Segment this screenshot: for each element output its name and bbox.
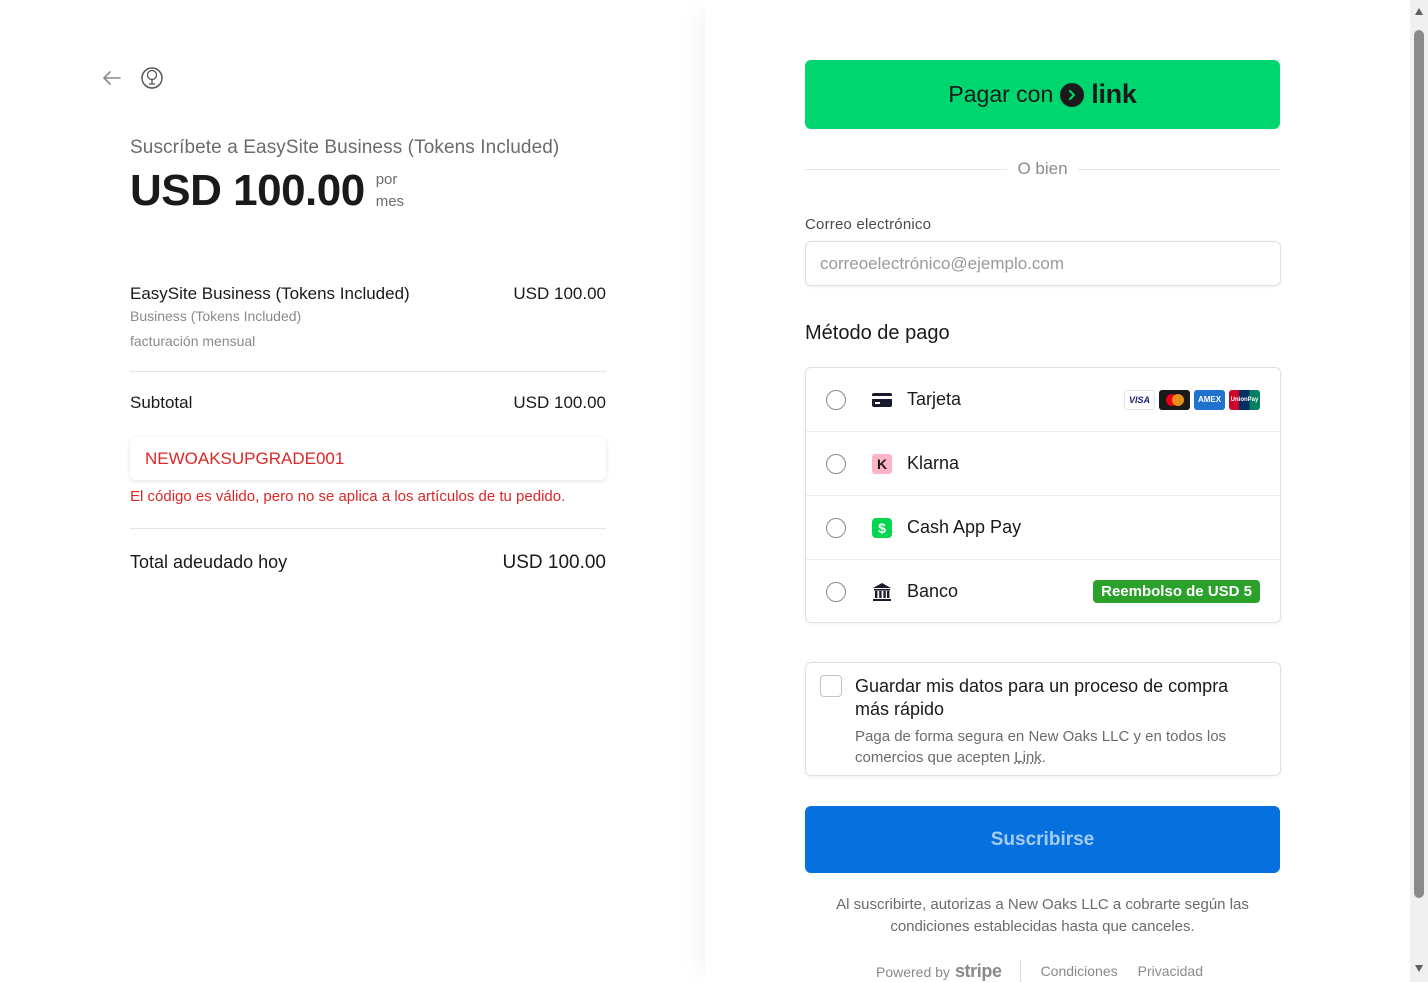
powered-by[interactable]: Powered by stripe [876,961,1002,982]
payment-method-cashapp[interactable]: $ Cash App Pay [806,496,1280,560]
line-item-description: Business (Tokens Included) [130,308,302,324]
header-row [102,66,164,90]
svg-text:$: $ [878,520,886,536]
powered-by-label: Powered by [876,963,950,980]
promo-error-message: El código es válido, pero no se aplica a… [130,488,566,505]
or-text: O bien [1017,159,1068,178]
radio-klarna[interactable] [826,453,846,474]
save-info-checkbox[interactable] [820,675,842,697]
promo-code-field[interactable]: NEWOAKSUPGRADE001 [130,437,606,480]
footer-separator [1019,960,1021,982]
radio-card[interactable] [826,389,846,410]
tree-logo-icon [140,66,164,90]
cash-app-icon: $ [871,517,893,539]
subscription-title: Suscríbete a EasySite Business (Tokens I… [130,137,560,158]
terms-link[interactable]: Condiciones [1041,963,1118,979]
amex-icon: AMEX [1194,389,1225,410]
radio-cashapp[interactable] [826,517,846,538]
method-label-card: Tarjeta [907,389,962,409]
or-separator: O bien [805,159,1280,179]
method-label-cashapp: Cash App Pay [907,517,1022,537]
klarna-icon: K [871,453,893,475]
divider [130,371,606,372]
scrollbar[interactable] [1410,0,1428,982]
back-arrow-icon[interactable] [102,68,122,88]
payment-method-title: Método de pago [805,322,950,344]
card-brands: VISA AMEX UnionPay [1124,389,1260,410]
link-info-link[interactable]: Link [1014,749,1042,766]
credit-card-icon [871,389,893,411]
month-word: mes [375,193,405,210]
scroll-down-icon[interactable] [1415,965,1423,972]
visa-icon: VISA [1124,389,1155,410]
total-value: USD 100.00 [502,552,606,573]
line-item-price: USD 100.00 [513,284,606,303]
method-label-klarna: Klarna [907,453,960,473]
order-summary-pane: Suscríbete a EasySite Business (Tokens I… [0,0,705,982]
scrollbar-thumb[interactable] [1414,30,1424,898]
price-period: por mes [376,169,404,213]
save-info-box: Guardar mis datos para un proceso de com… [805,662,1281,776]
unionpay-icon: UnionPay [1229,389,1260,410]
rebate-badge: Reembolso de USD 5 [1093,580,1260,603]
footer: Powered by stripe Condiciones Privacidad [876,960,1223,982]
payment-method-card[interactable]: Tarjeta VISA AMEX UnionPay [806,368,1280,432]
svg-text:K: K [877,456,887,472]
radio-bank[interactable] [826,581,846,602]
divider [130,528,606,529]
legal-text: Al suscribirte, autorizas a New Oaks LLC… [836,896,1249,935]
save-desc-end: . [1041,749,1046,766]
subtotal-row: Subtotal USD 100.00 [130,393,606,413]
scroll-up-icon[interactable] [1415,8,1423,15]
per-word: por [375,171,398,188]
subtotal-value: USD 100.00 [513,393,606,412]
link-arrow-icon [1060,82,1085,107]
email-label: Correo electrónico [805,216,932,233]
stripe-logo: stripe [954,960,1002,981]
save-info-title: Guardar mis datos para un proceso de com… [855,676,1229,719]
line-item: EasySite Business (Tokens Included) USD … [130,284,606,349]
mastercard-icon [1159,389,1190,410]
privacy-link[interactable]: Privacidad [1138,963,1203,979]
save-info-description: Paga de forma segura en New Oaks LLC y e… [855,726,1260,768]
payment-method-bank[interactable]: Banco Reembolso de USD 5 [806,560,1280,622]
method-label-bank: Banco [907,581,959,601]
total-row: Total adeudado hoy USD 100.00 [130,552,606,574]
bank-icon [871,581,893,603]
price-amount: USD 100.00 [130,166,365,215]
link-brand: link [1091,79,1137,109]
total-label: Total adeudado hoy [130,552,288,572]
email-input[interactable] [805,241,1281,286]
line-item-name: EasySite Business (Tokens Included) [130,284,410,303]
subtotal-label: Subtotal [130,393,193,412]
subscribe-button[interactable]: Suscribirse [805,806,1280,873]
or-line-right [1077,168,1280,170]
pay-with-label: Pagar con [948,81,1054,107]
pay-with-link-button[interactable]: Pagar con link [805,60,1280,129]
payment-methods-list: Tarjeta VISA AMEX UnionPay K Klarna $ Ca… [805,367,1281,623]
or-line-left [805,168,1008,170]
line-item-billing: facturación mensual [130,333,256,349]
payment-method-klarna[interactable]: K Klarna [806,432,1280,496]
price-row: USD 100.00 por mes [130,166,404,216]
